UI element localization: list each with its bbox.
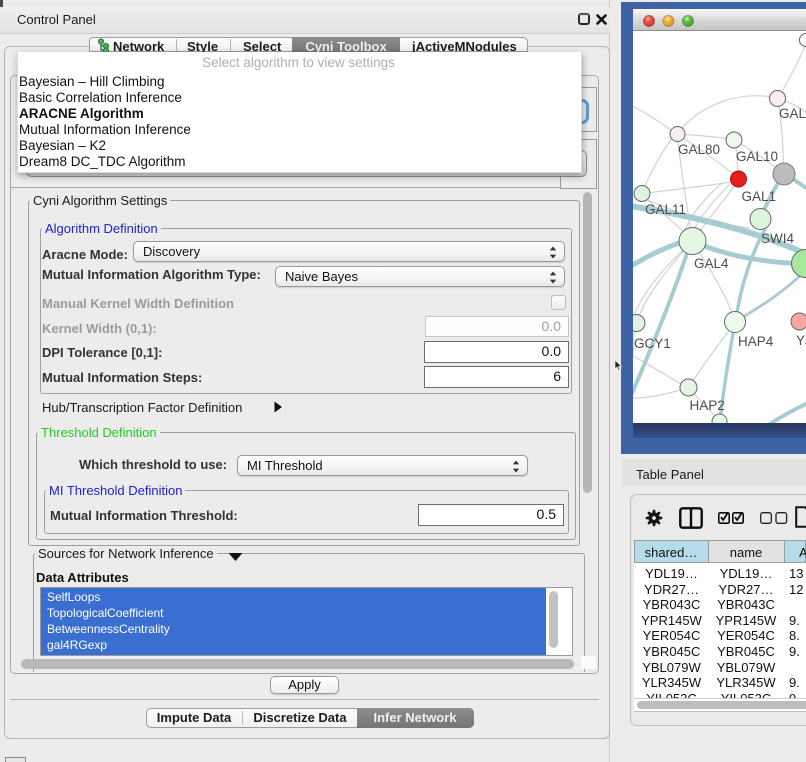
svg-text:GAL1: GAL1 [742,189,777,204]
svg-text:GAL2: GAL2 [779,106,806,121]
svg-text:GAL80: GAL80 [678,142,720,157]
svg-text:GAL10: GAL10 [736,149,778,164]
svg-text:YJ: YJ [796,333,806,348]
svg-text:SWI4: SWI4 [761,231,794,246]
svg-text:HAP4: HAP4 [738,334,774,349]
svg-text:HAP2: HAP2 [690,398,725,413]
svg-text:GAL4: GAL4 [694,256,729,271]
svg-text:GAL11: GAL11 [645,202,686,217]
svg-text:GCY1: GCY1 [634,336,671,351]
